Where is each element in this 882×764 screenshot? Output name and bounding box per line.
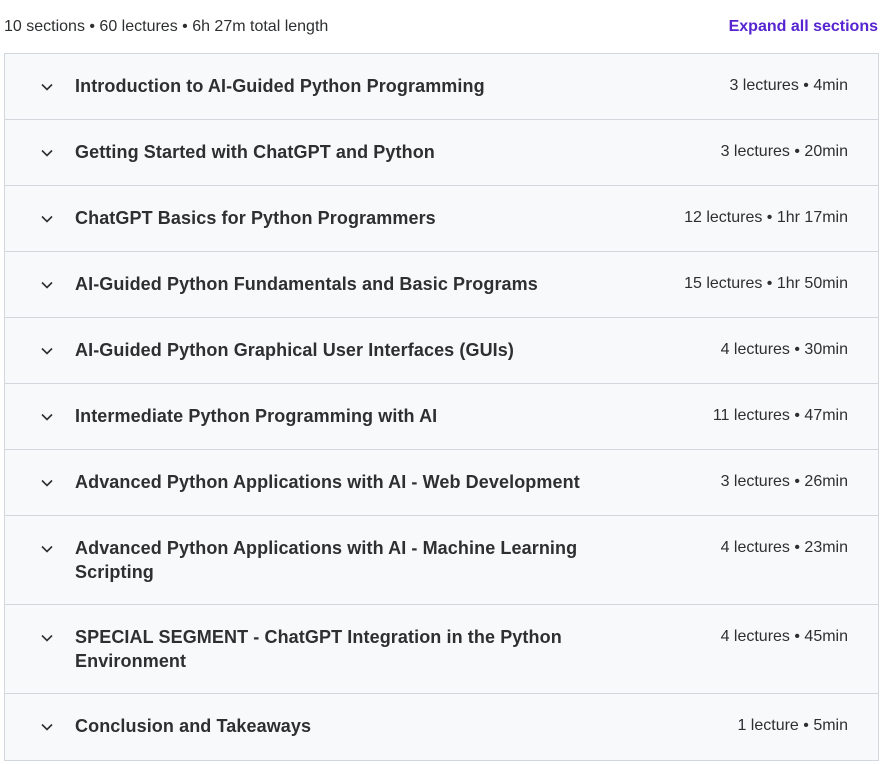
section-content-summary: 12 lectures • 1hr 17min	[684, 209, 848, 226]
chevron-down-icon	[39, 79, 55, 95]
expand-all-sections-button[interactable]: Expand all sections	[729, 18, 878, 36]
section-title: Intermediate Python Programming with AI	[75, 406, 438, 426]
section-title: Introduction to AI-Guided Python Program…	[75, 76, 485, 96]
curriculum-summary: 10 sections • 60 lectures • 6h 27m total…	[4, 18, 329, 35]
curriculum-header: 10 sections • 60 lectures • 6h 27m total…	[0, 0, 882, 54]
section-content-summary: 4 lectures • 45min	[720, 628, 848, 645]
section-content-summary: 3 lectures • 20min	[720, 143, 848, 160]
chevron-down-icon	[39, 277, 55, 293]
chevron-down-icon	[39, 145, 55, 161]
section-panel[interactable]: Intermediate Python Programming with AI …	[5, 384, 878, 450]
section-title: AI-Guided Python Graphical User Interfac…	[75, 340, 514, 360]
section-panel[interactable]: ChatGPT Basics for Python Programmers 12…	[5, 186, 878, 252]
chevron-down-icon	[39, 409, 55, 425]
section-panel[interactable]: Advanced Python Applications with AI - M…	[5, 516, 878, 605]
section-title: Advanced Python Applications with AI - M…	[75, 538, 578, 582]
section-content-summary: 4 lectures • 30min	[720, 341, 848, 358]
section-panel[interactable]: Getting Started with ChatGPT and Python …	[5, 120, 878, 186]
section-title: Getting Started with ChatGPT and Python	[75, 142, 435, 162]
chevron-down-icon	[39, 211, 55, 227]
section-title: Advanced Python Applications with AI - W…	[75, 472, 580, 492]
section-title: ChatGPT Basics for Python Programmers	[75, 208, 436, 228]
section-title: SPECIAL SEGMENT - ChatGPT Integration in…	[75, 627, 562, 671]
chevron-down-icon	[39, 343, 55, 359]
section-panel[interactable]: AI-Guided Python Graphical User Interfac…	[5, 318, 878, 384]
chevron-down-icon	[39, 630, 55, 646]
sections-list: Introduction to AI-Guided Python Program…	[4, 53, 879, 761]
chevron-down-icon	[39, 719, 55, 735]
section-panel[interactable]: Introduction to AI-Guided Python Program…	[5, 54, 878, 120]
chevron-down-icon	[39, 541, 55, 557]
section-title: Conclusion and Takeaways	[75, 716, 312, 736]
section-panel[interactable]: Conclusion and Takeaways 1 lecture • 5mi…	[5, 694, 878, 760]
section-content-summary: 4 lectures • 23min	[720, 539, 848, 556]
section-content-summary: 15 lectures • 1hr 50min	[684, 275, 848, 292]
section-content-summary: 3 lectures • 4min	[729, 77, 848, 94]
section-panel[interactable]: SPECIAL SEGMENT - ChatGPT Integration in…	[5, 605, 878, 694]
section-title: AI-Guided Python Fundamentals and Basic …	[75, 274, 538, 294]
section-content-summary: 11 lectures • 47min	[712, 407, 848, 424]
section-panel[interactable]: Advanced Python Applications with AI - W…	[5, 450, 878, 516]
chevron-down-icon	[39, 475, 55, 491]
section-content-summary: 3 lectures • 26min	[720, 473, 848, 490]
section-content-summary: 1 lecture • 5min	[737, 717, 848, 734]
section-panel[interactable]: AI-Guided Python Fundamentals and Basic …	[5, 252, 878, 318]
